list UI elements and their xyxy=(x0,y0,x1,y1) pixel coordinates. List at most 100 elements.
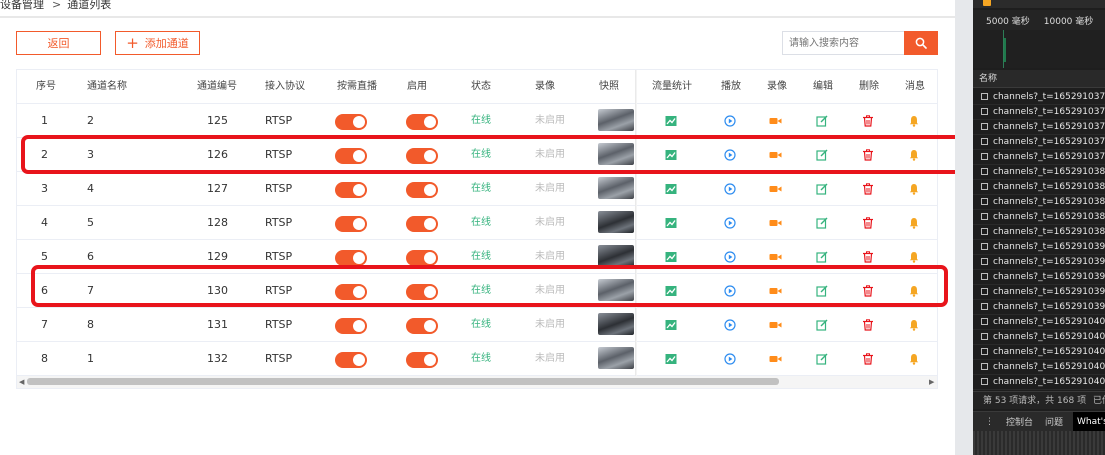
bell-icon[interactable] xyxy=(908,217,920,229)
request-item[interactable]: channels?_t=1652910396&de xyxy=(973,285,1105,300)
request-item[interactable]: channels?_t=1652910408&de xyxy=(973,375,1105,390)
bell-icon[interactable] xyxy=(908,183,920,195)
play-icon[interactable] xyxy=(724,285,736,297)
snapshot-thumbnail[interactable] xyxy=(598,347,634,369)
trash-icon[interactable] xyxy=(862,353,874,365)
request-list-header[interactable]: 名称 xyxy=(973,70,1105,88)
chart-icon[interactable] xyxy=(665,149,677,161)
play-icon[interactable] xyxy=(724,183,736,195)
edit-icon[interactable] xyxy=(816,183,828,195)
trash-icon[interactable] xyxy=(862,217,874,229)
scroll-right-arrow-icon[interactable]: ▶ xyxy=(929,376,934,388)
edit-icon[interactable] xyxy=(816,285,828,297)
on-demand-toggle[interactable] xyxy=(335,250,367,266)
video-camera-icon[interactable] xyxy=(769,353,782,365)
bell-icon[interactable] xyxy=(908,149,920,161)
on-demand-toggle[interactable] xyxy=(335,284,367,300)
breadcrumb-parent[interactable]: 设备管理 xyxy=(0,0,44,12)
chart-icon[interactable] xyxy=(665,285,677,297)
request-item[interactable]: channels?_t=1652910392&de xyxy=(973,255,1105,270)
chart-icon[interactable] xyxy=(665,183,677,195)
request-item[interactable]: channels?_t=1652910380&de xyxy=(973,165,1105,180)
enable-toggle[interactable] xyxy=(406,216,438,232)
bell-icon[interactable] xyxy=(908,115,920,127)
on-demand-toggle[interactable] xyxy=(335,352,367,368)
enable-toggle[interactable] xyxy=(406,148,438,164)
chart-icon[interactable] xyxy=(665,353,677,365)
video-camera-icon[interactable] xyxy=(769,285,782,297)
request-item[interactable]: channels?_t=1652910376&de xyxy=(973,135,1105,150)
enable-toggle[interactable] xyxy=(406,114,438,130)
on-demand-toggle[interactable] xyxy=(335,318,367,334)
tab-whats-new[interactable]: What's xyxy=(1073,411,1105,432)
enable-toggle[interactable] xyxy=(406,250,438,266)
trash-icon[interactable] xyxy=(862,149,874,161)
timeline-overview[interactable] xyxy=(973,30,1105,68)
devtools-checkbox-icon[interactable] xyxy=(983,0,991,6)
video-camera-icon[interactable] xyxy=(769,115,782,127)
request-item[interactable]: channels?_t=1652910404&de xyxy=(973,345,1105,360)
trash-icon[interactable] xyxy=(862,319,874,331)
snapshot-thumbnail[interactable] xyxy=(598,279,634,301)
trash-icon[interactable] xyxy=(862,285,874,297)
bell-icon[interactable] xyxy=(908,319,920,331)
request-item[interactable]: channels?_t=1652910406&de xyxy=(973,360,1105,375)
enable-toggle[interactable] xyxy=(406,182,438,198)
edit-icon[interactable] xyxy=(816,217,828,229)
request-item[interactable]: channels?_t=1652910398&de xyxy=(973,300,1105,315)
play-icon[interactable] xyxy=(724,115,736,127)
trash-icon[interactable] xyxy=(862,251,874,263)
chart-icon[interactable] xyxy=(665,251,677,263)
video-camera-icon[interactable] xyxy=(769,251,782,263)
play-icon[interactable] xyxy=(724,149,736,161)
chart-icon[interactable] xyxy=(665,115,677,127)
request-item[interactable]: channels?_t=1652910374&de xyxy=(973,120,1105,135)
request-item[interactable]: channels?_t=1652910370&de xyxy=(973,90,1105,105)
enable-toggle[interactable] xyxy=(406,352,438,368)
bell-icon[interactable] xyxy=(908,251,920,263)
add-channel-button[interactable]: + 添加通道 xyxy=(115,31,200,55)
scrollbar-thumb[interactable] xyxy=(27,378,779,385)
video-camera-icon[interactable] xyxy=(769,183,782,195)
request-item[interactable]: channels?_t=1652910372&de xyxy=(973,105,1105,120)
snapshot-thumbnail[interactable] xyxy=(598,211,634,233)
request-item[interactable]: channels?_t=1652910384&de xyxy=(973,195,1105,210)
back-button[interactable]: 返回 xyxy=(16,31,101,55)
enable-toggle[interactable] xyxy=(406,284,438,300)
play-icon[interactable] xyxy=(724,217,736,229)
tab-issues[interactable]: 问题 xyxy=(1045,415,1063,428)
snapshot-thumbnail[interactable] xyxy=(598,109,634,131)
play-icon[interactable] xyxy=(724,319,736,331)
tab-console[interactable]: 控制台 xyxy=(1006,415,1033,428)
play-icon[interactable] xyxy=(724,251,736,263)
more-options-icon[interactable]: ⋮ xyxy=(985,417,994,427)
trash-icon[interactable] xyxy=(862,115,874,127)
enable-toggle[interactable] xyxy=(406,318,438,334)
video-camera-icon[interactable] xyxy=(769,217,782,229)
snapshot-thumbnail[interactable] xyxy=(598,177,634,199)
bell-icon[interactable] xyxy=(908,285,920,297)
chart-icon[interactable] xyxy=(665,319,677,331)
trash-icon[interactable] xyxy=(862,183,874,195)
request-item[interactable]: channels?_t=1652910382&de xyxy=(973,180,1105,195)
request-item[interactable]: channels?_t=1652910390&de xyxy=(973,240,1105,255)
request-item[interactable]: channels?_t=1652910378&de xyxy=(973,150,1105,165)
request-item[interactable]: channels?_t=1652910386&de xyxy=(973,210,1105,225)
video-camera-icon[interactable] xyxy=(769,149,782,161)
snapshot-thumbnail[interactable] xyxy=(598,313,634,335)
search-button[interactable] xyxy=(904,31,938,55)
request-item[interactable]: channels?_t=1652910400&de xyxy=(973,315,1105,330)
request-item[interactable]: channels?_t=1652910402&de xyxy=(973,330,1105,345)
edit-icon[interactable] xyxy=(816,115,828,127)
edit-icon[interactable] xyxy=(816,251,828,263)
horizontal-scrollbar[interactable]: ◀ ▶ xyxy=(17,376,937,388)
snapshot-thumbnail[interactable] xyxy=(598,143,634,165)
request-item[interactable]: channels?_t=1652910394&de xyxy=(973,270,1105,285)
search-input[interactable] xyxy=(782,31,904,55)
edit-icon[interactable] xyxy=(816,353,828,365)
play-icon[interactable] xyxy=(724,353,736,365)
on-demand-toggle[interactable] xyxy=(335,216,367,232)
video-camera-icon[interactable] xyxy=(769,319,782,331)
on-demand-toggle[interactable] xyxy=(335,148,367,164)
snapshot-thumbnail[interactable] xyxy=(598,245,634,267)
